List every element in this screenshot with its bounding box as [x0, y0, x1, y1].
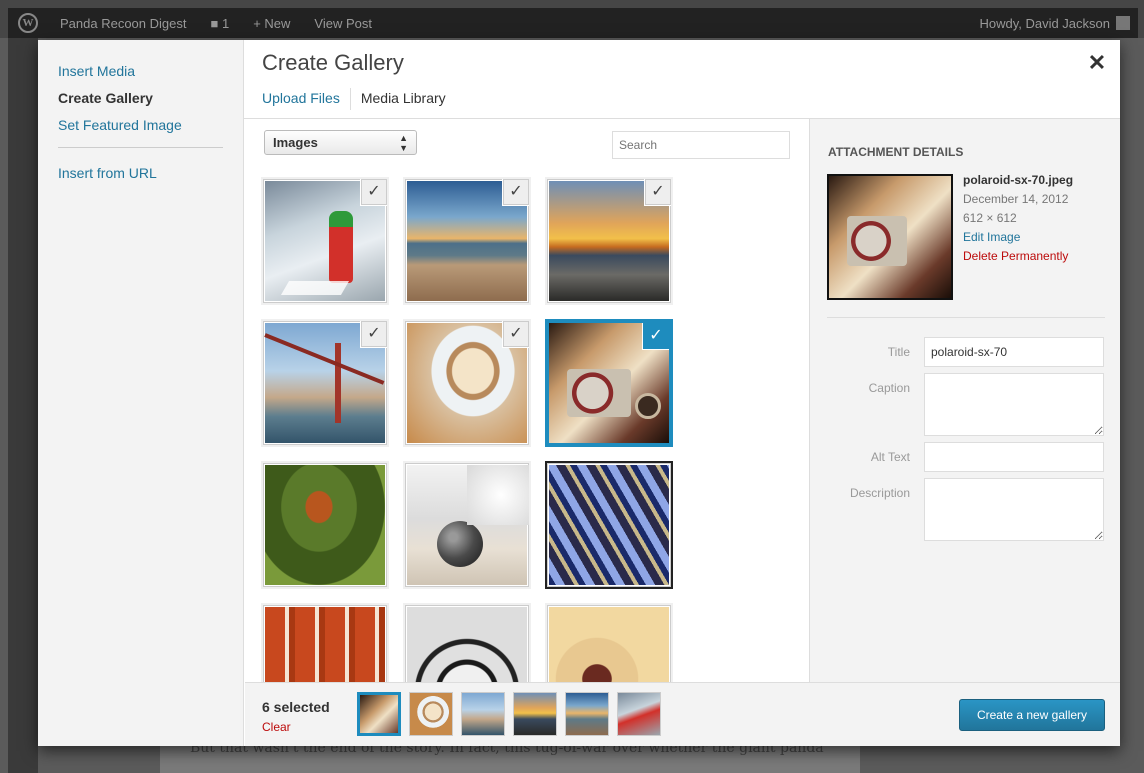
new-content-link[interactable]: + New	[241, 8, 302, 38]
comment-bubble-icon: ■	[210, 15, 222, 31]
description-field[interactable]	[924, 478, 1104, 541]
comments-link[interactable]: ■ 1	[198, 8, 241, 38]
description-label: Description	[849, 486, 910, 500]
comments-count: 1	[221, 15, 230, 31]
attachment-golden-gate[interactable]: ✓	[261, 319, 389, 447]
checkmark-icon[interactable]: ✓	[503, 321, 529, 347]
attachment-sunset[interactable]: ✓	[545, 177, 673, 305]
selected-thumb-golden-gate[interactable]	[461, 692, 505, 736]
admin-bar: W Panda Recoon Digest ■ 1 + New View Pos…	[8, 8, 1138, 38]
caption-field[interactable]	[924, 373, 1104, 436]
view-post-link[interactable]: View Post	[302, 8, 384, 38]
alt-text-field[interactable]	[924, 442, 1104, 472]
delete-permanently-link[interactable]: Delete Permanently	[963, 247, 1073, 266]
attachment-red-panda[interactable]	[261, 461, 389, 589]
menu-item-set-featured-image[interactable]: Set Featured Image	[38, 114, 243, 141]
howdy-text: Howdy, David Jackson	[979, 15, 1110, 31]
selected-thumb-sriracha[interactable]	[617, 692, 661, 736]
caption-label: Caption	[868, 381, 910, 395]
attachment-thumbnail	[549, 465, 669, 585]
media-modal: Insert Media Create Gallery Set Featured…	[38, 40, 1120, 746]
details-thumbnail	[827, 174, 953, 300]
selection-count: 6 selected	[262, 699, 330, 715]
modal-title: Create Gallery	[262, 50, 404, 75]
attachment-ball[interactable]	[403, 461, 531, 589]
selected-thumb-polaroid[interactable]	[357, 692, 401, 736]
dimensions: 612 × 612	[963, 211, 1017, 225]
media-type-filter[interactable]: Images ▲ ▼	[264, 130, 417, 155]
close-icon[interactable]: ✕	[1086, 52, 1108, 74]
attachment-thumbnail	[265, 465, 385, 585]
menu-item-create-gallery[interactable]: Create Gallery	[38, 87, 243, 114]
attachment-thumbnail	[407, 465, 529, 585]
attachment-glasses[interactable]	[545, 461, 673, 589]
attachment-beach[interactable]: ✓	[403, 177, 531, 305]
checkmark-icon[interactable]: ✓	[643, 323, 669, 349]
attachments-browser: Images ▲▼ ✓ ✓ ✓	[245, 119, 809, 682]
tab-media-library[interactable]: Media Library	[349, 88, 456, 110]
attachment-headphones[interactable]	[545, 603, 673, 682]
attachment-sriracha[interactable]: ✓	[261, 177, 389, 305]
checkmark-icon[interactable]: ✓	[645, 179, 671, 205]
title-field[interactable]	[924, 337, 1104, 367]
tab-upload-files[interactable]: Upload Files	[262, 88, 350, 110]
checkmark-icon[interactable]: ✓	[361, 321, 387, 347]
attachment-meter[interactable]	[403, 603, 531, 682]
admin-sidebar-background	[8, 38, 38, 773]
menu-separator	[58, 147, 223, 148]
selected-thumb-sunset[interactable]	[513, 692, 557, 736]
attachment-thumbnail	[407, 607, 527, 682]
attachment-details-sidebar: Attachment Details polaroid-sx-70.jpeg D…	[809, 119, 1120, 682]
site-name-link[interactable]: Panda Recoon Digest	[48, 8, 198, 38]
attachment-polaroid[interactable]: ✓	[545, 319, 673, 447]
select-arrows-icon: ▲ ▼	[399, 132, 408, 153]
search-input[interactable]	[612, 131, 790, 159]
menu-item-insert-from-url[interactable]: Insert from URL	[38, 162, 243, 189]
details-separator	[827, 317, 1105, 318]
wordpress-logo-icon[interactable]: W	[8, 8, 48, 38]
alt-text-label: Alt Text	[870, 450, 910, 464]
clear-selection-link[interactable]: Clear	[262, 720, 291, 734]
selected-thumb-beach[interactable]	[565, 692, 609, 736]
checkmark-icon[interactable]: ✓	[361, 179, 387, 205]
title-label: Title	[887, 345, 910, 359]
menu-item-insert-media[interactable]: Insert Media	[38, 60, 243, 87]
upload-date: December 14, 2012	[963, 192, 1069, 206]
media-toolbar: 6 selected Clear Create a new gallery	[245, 682, 1120, 746]
media-menu: Insert Media Create Gallery Set Featured…	[38, 40, 244, 746]
media-router: Upload Files Media Library	[262, 88, 456, 110]
attachment-coffee[interactable]: ✓	[403, 319, 531, 447]
avatar	[1116, 16, 1130, 30]
attachment-thumbnail	[265, 607, 385, 682]
create-gallery-button[interactable]: Create a new gallery	[959, 699, 1105, 731]
filter-value: Images	[273, 135, 318, 150]
filename: polaroid-sx-70.jpeg	[963, 173, 1074, 187]
attachment-info: polaroid-sx-70.jpeg December 14, 2012 61…	[963, 171, 1073, 266]
attachment-thumbnail	[549, 607, 669, 682]
account-menu[interactable]: Howdy, David Jackson	[967, 8, 1138, 38]
attachment-details-heading: Attachment Details	[828, 145, 964, 159]
attachment-numbers[interactable]	[261, 603, 389, 682]
edit-image-link[interactable]: Edit Image	[963, 228, 1073, 247]
selected-thumb-coffee[interactable]	[409, 692, 453, 736]
checkmark-icon[interactable]: ✓	[503, 179, 529, 205]
